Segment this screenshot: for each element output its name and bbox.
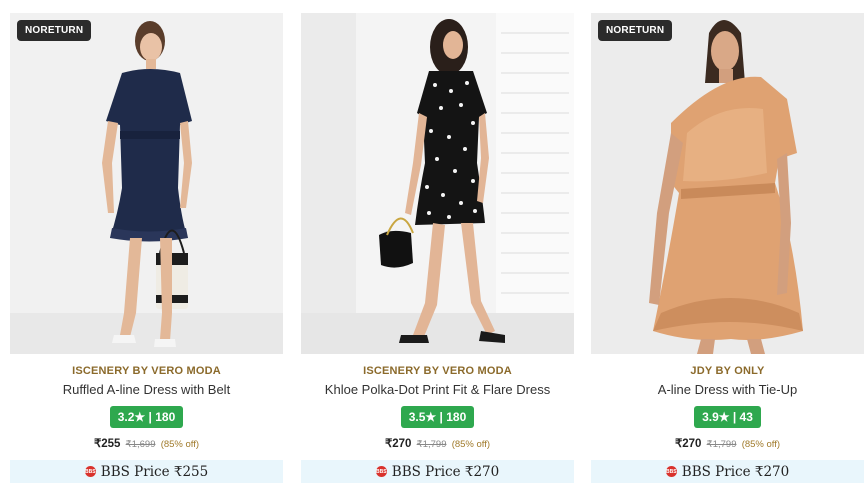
rating-badge: 3.2★ | 180 [109, 406, 184, 428]
original-price: ₹1,799 [706, 439, 737, 450]
noreturn-badge: NORETURN [17, 20, 92, 41]
product-brand: ISCENERY BY VERO MODA [72, 365, 221, 377]
sale-price: ₹255 [93, 438, 121, 450]
bbs-logo-icon: BBS [375, 466, 387, 477]
rating-badge: 3.5★ | 180 [400, 406, 475, 428]
rating-badge: 3.9★ | 43 [694, 406, 761, 428]
original-price: ₹1,799 [416, 439, 447, 450]
price-row: ₹255 ₹1,699 (85% off) [10, 437, 283, 452]
product-card[interactable]: NORETURN ISCENERY BY VERO MODA Ruffled A… [10, 13, 283, 483]
product-grid: NORETURN ISCENERY BY VERO MODA Ruffled A… [0, 0, 865, 497]
product-brand: JDY BY ONLY [690, 365, 765, 377]
bbs-price-label: BBS Price ₹270 [391, 463, 500, 480]
bbs-price-label: BBS Price ₹255 [100, 463, 209, 480]
discount-text: (85% off) [451, 439, 491, 450]
bbs-price-bar: BBS BBS Price ₹270 [301, 460, 574, 483]
sale-price: ₹270 [384, 438, 412, 450]
product-brand: ISCENERY BY VERO MODA [363, 365, 512, 377]
bbs-price-label: BBS Price ₹270 [681, 463, 790, 480]
sale-price: ₹270 [674, 438, 702, 450]
product-image[interactable] [301, 13, 574, 354]
product-title[interactable]: Ruffled A-line Dress with Belt [10, 382, 283, 397]
discount-text: (85% off) [741, 439, 781, 450]
noreturn-badge: NORETURN [598, 20, 673, 41]
discount-text: (85% off) [160, 439, 200, 450]
original-price: ₹1,699 [125, 439, 156, 450]
bbs-logo-icon: BBS [665, 466, 677, 477]
product-title[interactable]: A-line Dress with Tie-Up [591, 382, 864, 397]
product-card[interactable]: ISCENERY BY VERO MODA Khloe Polka-Dot Pr… [301, 13, 574, 483]
product-card[interactable]: NORETURN JDY BY ONLY A-line Dress with T… [591, 13, 864, 483]
price-row: ₹270 ₹1,799 (85% off) [301, 437, 574, 452]
price-row: ₹270 ₹1,799 (85% off) [591, 437, 864, 452]
product-image[interactable]: NORETURN [591, 13, 864, 354]
product-image[interactable]: NORETURN [10, 13, 283, 354]
bbs-price-bar: BBS BBS Price ₹255 [10, 460, 283, 483]
product-title[interactable]: Khloe Polka-Dot Print Fit & Flare Dress [301, 382, 574, 397]
bbs-logo-icon: BBS [84, 466, 96, 477]
bbs-price-bar: BBS BBS Price ₹270 [591, 460, 864, 483]
